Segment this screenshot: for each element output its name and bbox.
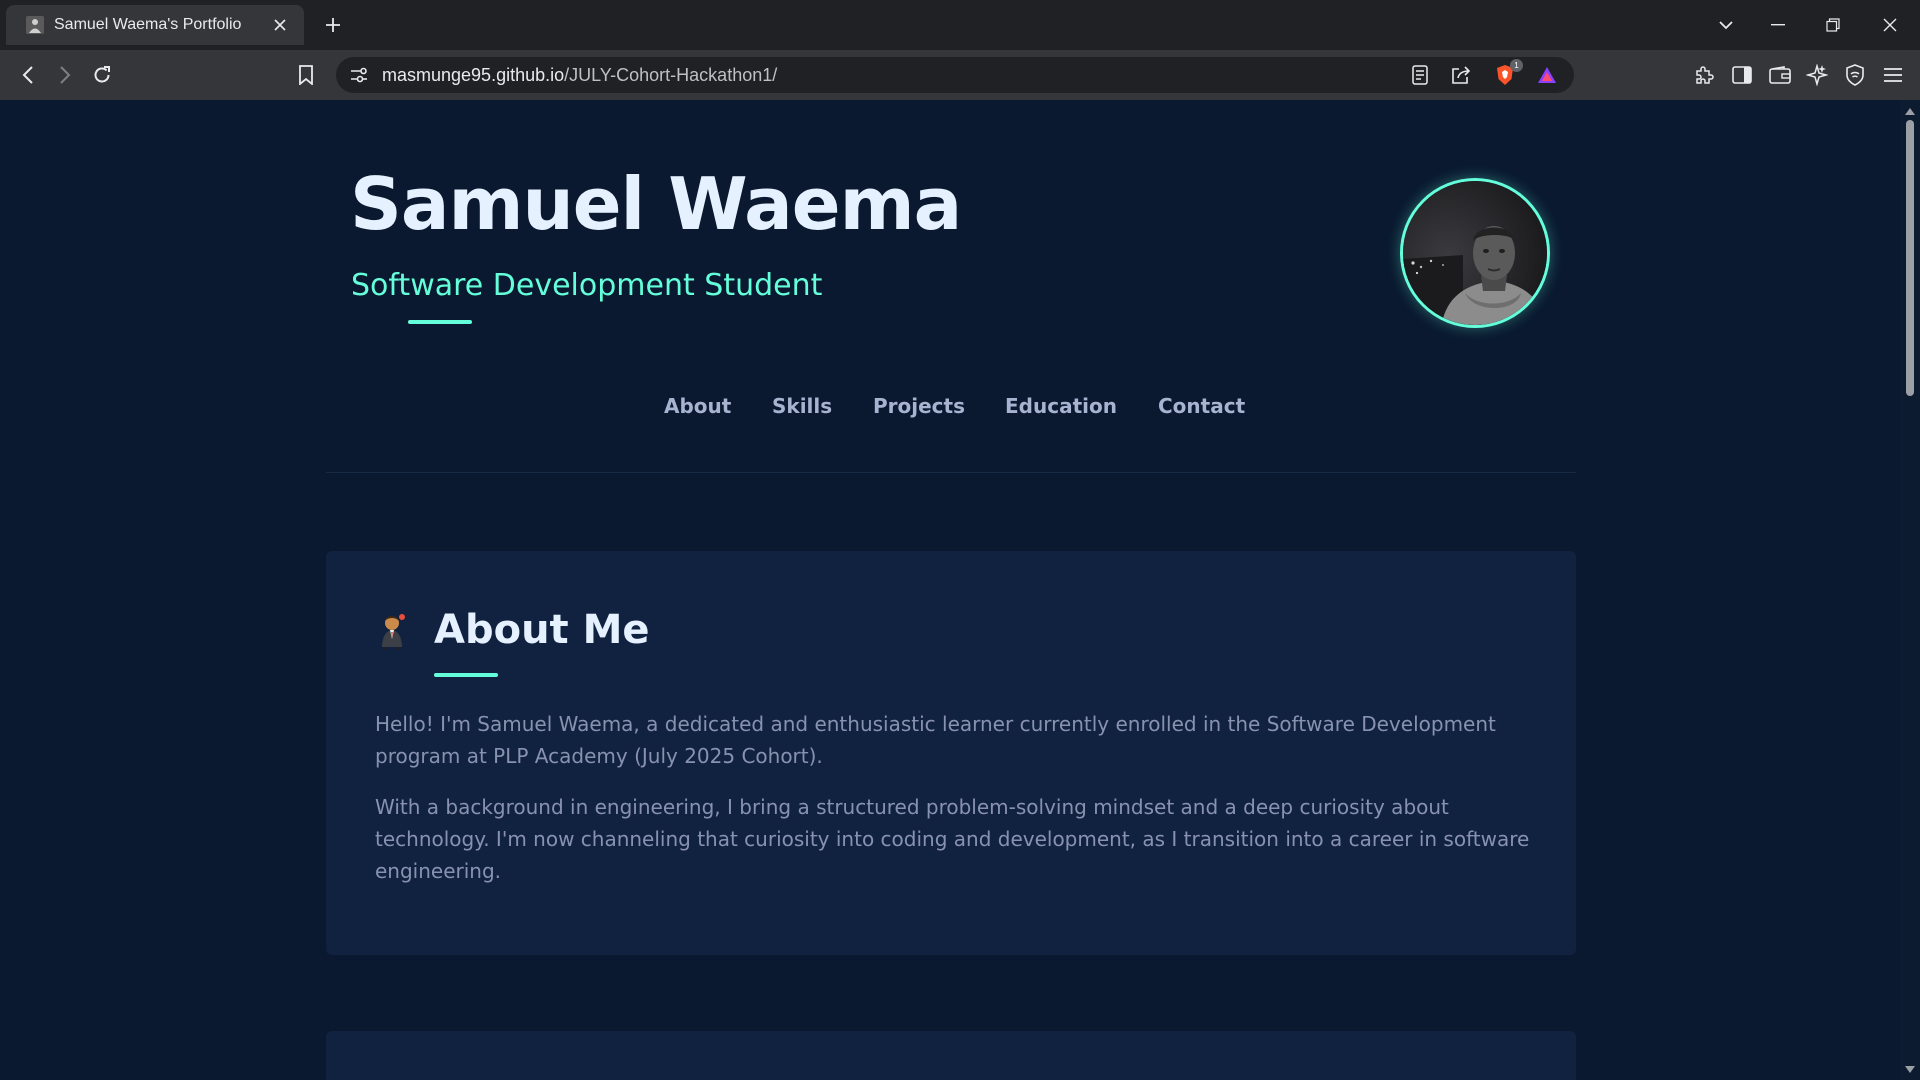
about-section: About Me Hello! I'm Samuel Waema, a dedi… <box>326 551 1576 955</box>
reload-icon[interactable] <box>87 61 117 89</box>
nav-divider <box>326 472 1576 473</box>
close-icon[interactable] <box>268 13 292 37</box>
avatar[interactable] <box>1400 178 1550 328</box>
wallet-icon[interactable] <box>1765 61 1795 89</box>
about-underline <box>434 673 498 677</box>
portfolio-page: Samuel Waema Software Development Studen… <box>0 100 1900 1080</box>
browser-tab[interactable]: Samuel Waema's Portfolio <box>6 5 304 45</box>
nav-link-skills[interactable]: Skills <box>772 394 832 418</box>
hero-underline <box>408 320 472 324</box>
tab-title: Samuel Waema's Portfolio <box>54 16 242 33</box>
about-paragraph-1: Hello! I'm Samuel Waema, a dedicated and… <box>375 712 1496 768</box>
nav-link-education[interactable]: Education <box>1005 394 1117 418</box>
chevron-down-icon[interactable] <box>1712 12 1740 38</box>
about-paragraph-2: With a background in engineering, I brin… <box>375 795 1530 883</box>
sidebar-icon[interactable] <box>1727 61 1757 89</box>
share-icon[interactable] <box>1448 62 1474 88</box>
browser-tab-strip: Samuel Waema's Portfolio <box>0 0 1920 50</box>
minimize-icon[interactable] <box>1764 12 1792 38</box>
about-title: About Me <box>434 607 650 653</box>
nav-link-projects[interactable]: Projects <box>873 394 965 418</box>
restore-icon[interactable] <box>1819 12 1847 38</box>
url-host: masmunge95.github.io <box>382 65 565 85</box>
scroll-up-icon[interactable] <box>1903 104 1917 118</box>
menu-icon[interactable] <box>1878 61 1908 89</box>
plus-icon[interactable] <box>320 12 346 38</box>
nav-link-contact[interactable]: Contact <box>1158 394 1245 418</box>
reader-mode-icon[interactable] <box>1407 62 1433 88</box>
leo-ai-icon[interactable] <box>1802 61 1832 89</box>
skills-section <box>326 1031 1576 1080</box>
nav-link-about[interactable]: About <box>664 394 731 418</box>
brave-shields-icon[interactable]: 1 <box>1492 59 1523 88</box>
browser-toolbar: masmunge95.github.io/JULY-Cohort-Hackath… <box>0 50 1920 100</box>
scroll-down-icon[interactable] <box>1903 1062 1917 1076</box>
vpn-icon[interactable] <box>1840 61 1870 89</box>
main-nav: About Skills Projects Education Contact <box>0 394 1900 428</box>
close-window-icon[interactable] <box>1876 12 1904 38</box>
profile-favicon-icon <box>26 16 44 34</box>
site-settings-icon[interactable] <box>346 62 372 88</box>
page-scrollbar[interactable] <box>1900 100 1920 1080</box>
shields-count-badge: 1 <box>1510 59 1523 72</box>
extensions-icon[interactable] <box>1689 61 1719 89</box>
person-emoji-icon <box>376 611 412 651</box>
url-text[interactable]: masmunge95.github.io/JULY-Cohort-Hackath… <box>382 57 777 93</box>
forward-icon[interactable] <box>50 61 80 89</box>
brave-rewards-icon[interactable] <box>1534 62 1560 88</box>
hero-name: Samuel Waema <box>350 162 962 246</box>
url-path: /JULY-Cohort-Hackathon1/ <box>564 65 778 85</box>
scrollbar-thumb[interactable] <box>1906 120 1914 396</box>
address-bar[interactable]: masmunge95.github.io/JULY-Cohort-Hackath… <box>336 57 1574 93</box>
back-icon[interactable] <box>13 61 43 89</box>
bookmark-icon[interactable] <box>291 61 321 89</box>
hero-subtitle: Software Development Student <box>351 268 823 303</box>
